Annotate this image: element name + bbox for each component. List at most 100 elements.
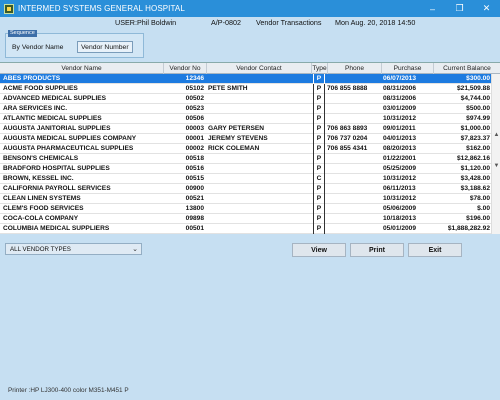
cell-vendor-contact xyxy=(208,174,313,184)
cell-vendor-name: BROWN, KESSEL INC. xyxy=(3,175,74,182)
cell-vendor-no: 00515 xyxy=(185,175,204,182)
cell-type: P xyxy=(313,74,325,84)
table-row[interactable]: AUGUSTA MEDICAL SUPPLIES COMPANY 00001 JER… xyxy=(0,134,491,144)
cell-vendor-contact xyxy=(208,224,313,234)
vertical-scrollbar[interactable]: ▲ ▼ xyxy=(491,74,500,234)
cell-vendor-contact xyxy=(208,104,313,114)
sequence-group: Sequence By Vendor Name Vendor Number xyxy=(5,30,144,58)
table-row[interactable]: CLEM'S FOOD SERVICES 13800 P 05/06/2009 $.00 xyxy=(0,204,491,214)
cell-vendor-name: BRADFORD HOSPITAL SUPPLIES xyxy=(3,165,110,172)
col-header-purchase[interactable]: Purchase xyxy=(382,63,434,74)
cell-phone xyxy=(327,204,381,214)
col-header-current-balance[interactable]: Current Balance xyxy=(434,63,500,74)
cell-type: P xyxy=(313,194,325,204)
cell-phone xyxy=(327,194,381,204)
close-button[interactable]: ✕ xyxy=(473,0,500,17)
table-row[interactable]: BENSON'S CHEMICALS 00518 P 01/22/2001 $12,86… xyxy=(0,154,491,164)
maximize-button[interactable]: ❐ xyxy=(446,0,473,17)
cell-vendor-name: CALIFORNIA PAYROLL SERVICES xyxy=(3,185,111,192)
print-button[interactable]: Print xyxy=(350,243,404,257)
vendor-type-select[interactable]: ALL VENDOR TYPES ⌄ xyxy=(5,243,142,255)
col-header-vendor-contact[interactable]: Vendor Contact xyxy=(207,63,312,74)
cell-type: P xyxy=(313,94,325,104)
cell-phone xyxy=(327,94,381,104)
cell-vendor-contact: PETE SMITH xyxy=(208,85,248,92)
table-row[interactable]: ARA SERVICES INC. 00523 P 03/01/2009 $500.00 xyxy=(0,104,491,114)
cell-type: P xyxy=(313,104,325,114)
table-row[interactable]: ACME FOOD SUPPLIES 05102 PETE SMITH P 706 85… xyxy=(0,84,491,94)
sort-by-vendor-name-option[interactable]: By Vendor Name xyxy=(9,41,66,53)
col-header-vendor-no[interactable]: Vendor No xyxy=(164,63,207,74)
cell-vendor-name: ABES PRODUCTS xyxy=(3,75,61,82)
cell-vendor-contact: GARY PETERSEN xyxy=(208,125,265,132)
table-row[interactable]: AUGUSTA JANITORIAL SUPPLIES 00003 GARY PET… xyxy=(0,124,491,134)
table-row[interactable]: ABES PRODUCTS 12346 P 06/07/2013 $300.00 xyxy=(0,74,491,84)
cell-purchase: 04/01/2013 xyxy=(383,135,417,142)
cell-vendor-no: 00506 xyxy=(185,115,204,122)
cell-vendor-contact xyxy=(208,194,313,204)
col-header-type[interactable]: Type xyxy=(312,63,328,74)
cell-type: P xyxy=(313,204,325,214)
cell-current-balance: $4,744.00 xyxy=(460,95,490,102)
module-code: A/P-0802 xyxy=(211,17,241,27)
cell-vendor-contact xyxy=(208,184,313,194)
scroll-up-icon[interactable]: ▲ xyxy=(493,131,500,139)
minimize-button[interactable]: – xyxy=(419,0,446,17)
grid-header: Vendor Name Vendor No Vendor Contact Typ… xyxy=(0,63,500,74)
cell-phone xyxy=(327,164,381,174)
table-row[interactable]: CALIFORNIA PAYROLL SERVICES 00900 P 06/11/2… xyxy=(0,184,491,194)
table-row[interactable]: ATLANTIC MEDICAL SUPPLIES 00506 P 10/31/201… xyxy=(0,114,491,124)
table-row[interactable]: COCA-COLA COMPANY 09898 P 10/18/2013 $196.00 xyxy=(0,214,491,224)
table-row[interactable]: BRADFORD HOSPITAL SUPPLIES 00516 P 05/25/20… xyxy=(0,164,491,174)
cell-purchase: 05/06/2009 xyxy=(383,205,417,212)
cell-vendor-no: 13800 xyxy=(185,205,204,212)
screen-title: Vendor Transactions xyxy=(256,17,322,27)
cell-vendor-name: CLEAN LINEN SYSTEMS xyxy=(3,195,81,202)
cell-type: P xyxy=(313,84,325,94)
cell-phone xyxy=(327,184,381,194)
cell-current-balance: $12,862.16 xyxy=(456,155,490,162)
exit-button[interactable]: Exit xyxy=(408,243,462,257)
cell-phone xyxy=(327,114,381,124)
cell-vendor-contact xyxy=(208,74,313,84)
cell-purchase: 06/07/2013 xyxy=(383,75,417,82)
cell-purchase: 10/18/2013 xyxy=(383,215,417,222)
table-row[interactable]: AUGUSTA PHARMACEUTICAL SUPPLIES 00002 RICK… xyxy=(0,144,491,154)
scroll-down-icon[interactable]: ▼ xyxy=(493,162,500,170)
table-row[interactable]: CLEAN LINEN SYSTEMS 00521 P 10/31/2012 $78.0… xyxy=(0,194,491,204)
cell-vendor-name: AUGUSTA MEDICAL SUPPLIES COMPANY xyxy=(3,135,137,142)
cell-purchase: 05/01/2009 xyxy=(383,225,417,232)
cell-purchase: 05/25/2009 xyxy=(383,165,417,172)
window-title: INTERMED SYSTEMS GENERAL HOSPITAL xyxy=(18,4,185,13)
cell-type: P xyxy=(313,164,325,174)
cell-type: P xyxy=(313,214,325,224)
grid-rows: ABES PRODUCTS 12346 P 06/07/2013 $300.00 ACME… xyxy=(0,74,491,234)
cell-vendor-contact xyxy=(208,154,313,164)
cell-phone xyxy=(327,104,381,114)
cell-current-balance: $3,428.00 xyxy=(460,175,490,182)
cell-vendor-contact xyxy=(208,164,313,174)
sort-by-vendor-number-option[interactable]: Vendor Number xyxy=(77,41,133,53)
col-header-phone[interactable]: Phone xyxy=(328,63,382,74)
table-row[interactable]: ADVANCED MEDICAL SUPPLIES 00502 P 08/31/200… xyxy=(0,94,491,104)
cell-vendor-no: 00521 xyxy=(185,195,204,202)
cell-current-balance: $1,120.00 xyxy=(460,165,490,172)
view-button[interactable]: View xyxy=(292,243,346,257)
cell-vendor-contact xyxy=(208,94,313,104)
col-header-vendor-name[interactable]: Vendor Name xyxy=(0,63,164,74)
cell-current-balance: $3,188.62 xyxy=(460,185,490,192)
sequence-group-label: Sequence xyxy=(8,30,37,37)
cell-type: C xyxy=(313,174,325,184)
session-info-bar: USER:Phil Boldwin A/P-0802 Vendor Transa… xyxy=(2,17,498,27)
title-bar: INTERMED SYSTEMS GENERAL HOSPITAL – ❐ ✕ xyxy=(0,0,500,17)
cell-vendor-name: AUGUSTA PHARMACEUTICAL SUPPLIES xyxy=(3,145,134,152)
cell-vendor-no: 00518 xyxy=(185,155,204,162)
app-icon xyxy=(4,3,14,14)
cell-phone xyxy=(327,214,381,224)
cell-phone xyxy=(327,154,381,164)
cell-vendor-name: ATLANTIC MEDICAL SUPPLIES xyxy=(3,115,102,122)
date-time: Mon Aug. 20, 2018 14:50 xyxy=(335,17,416,27)
cell-purchase: 08/31/2006 xyxy=(383,85,417,92)
table-row[interactable]: BROWN, KESSEL INC. 00515 C 10/31/2012 $3,428… xyxy=(0,174,491,184)
table-row[interactable]: COLUMBIA MEDICAL SUPPLIERS 00501 P 05/01/20… xyxy=(0,224,491,234)
